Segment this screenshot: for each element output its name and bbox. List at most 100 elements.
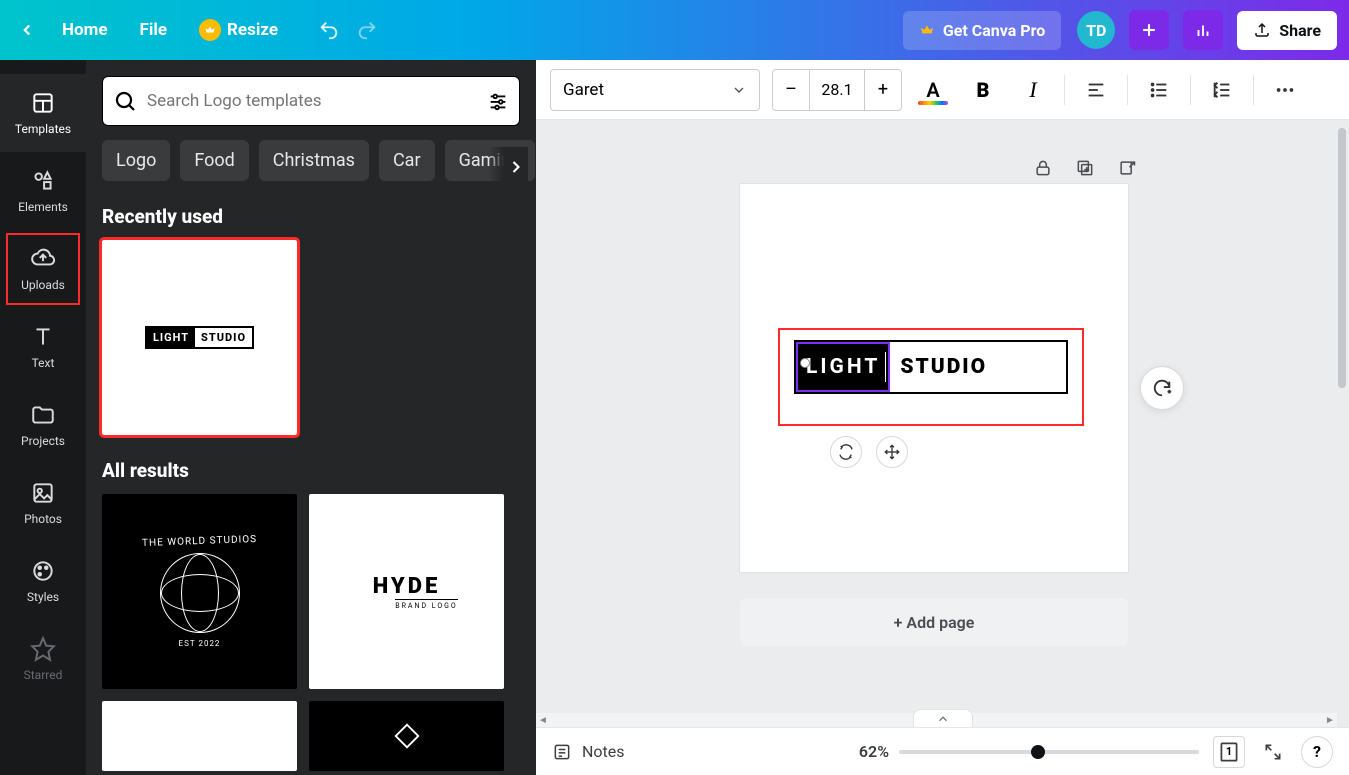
rail-projects[interactable]: Projects xyxy=(0,386,86,464)
logo-group[interactable]: LIGHT STUDIO xyxy=(794,340,1068,394)
thumb-logo-right: STUDIO xyxy=(195,328,252,347)
search-input[interactable] xyxy=(147,91,477,111)
undo-button[interactable] xyxy=(318,19,340,41)
rail-text-label: Text xyxy=(32,356,55,370)
resize-button[interactable]: Resize xyxy=(187,11,290,49)
chip-christmas[interactable]: Christmas xyxy=(259,140,369,181)
top-bar: Home File Resize Get Canva Pro TD Share xyxy=(0,0,1349,60)
chevron-up-icon xyxy=(936,712,950,726)
styles-icon xyxy=(30,558,56,584)
expand-pages-button[interactable] xyxy=(913,709,973,727)
notes-button[interactable]: Notes xyxy=(552,742,625,762)
logo-studio-text[interactable]: STUDIO xyxy=(890,355,997,379)
user-avatar[interactable]: TD xyxy=(1077,11,1115,49)
fullscreen-icon xyxy=(1263,742,1283,762)
recent-template-thumb[interactable]: LIGHT STUDIO xyxy=(102,240,297,435)
search-bar[interactable] xyxy=(102,76,520,126)
thumb-logo-left: LIGHT xyxy=(147,328,195,347)
font-size-decrease[interactable]: – xyxy=(773,79,809,100)
font-size-increase[interactable]: + xyxy=(865,79,901,100)
scroll-right-arrow[interactable]: ► xyxy=(1323,713,1337,727)
share-button[interactable]: Share xyxy=(1237,11,1337,50)
rail-starred[interactable]: Starred xyxy=(0,620,86,698)
diamond-icon xyxy=(392,721,422,751)
thumb-logo-preview: LIGHT STUDIO xyxy=(145,326,254,349)
chevron-down-icon xyxy=(731,82,747,98)
align-button[interactable] xyxy=(1077,71,1115,109)
template-thumb-3[interactable] xyxy=(102,701,297,771)
templates-panel: Logo Food Christmas Car Gaming Recently … xyxy=(86,60,536,775)
lock-page-button[interactable] xyxy=(1031,156,1055,180)
duplicate-page-button[interactable] xyxy=(1073,156,1097,180)
font-size-value[interactable]: 28.1 xyxy=(809,70,865,110)
help-icon: ? xyxy=(1313,742,1321,761)
template-thumb-4[interactable] xyxy=(309,701,504,771)
bar-chart-icon xyxy=(1194,21,1212,39)
add-page-button[interactable]: + Add page xyxy=(740,598,1128,646)
rail-uploads[interactable]: Uploads xyxy=(0,230,86,308)
page-count-value: 1 xyxy=(1226,745,1232,758)
align-icon xyxy=(1085,79,1107,101)
italic-button[interactable]: I xyxy=(1014,71,1052,109)
chip-food[interactable]: Food xyxy=(180,140,248,181)
undo-icon xyxy=(318,19,340,41)
world-top-text: THE WORLD STUDIOS xyxy=(142,533,257,548)
scroll-left-arrow[interactable]: ◄ xyxy=(536,713,550,727)
rail-templates[interactable]: Templates xyxy=(0,74,86,152)
rail-text[interactable]: Text xyxy=(0,308,86,386)
sync-button[interactable] xyxy=(830,436,862,468)
spacing-button[interactable] xyxy=(1203,71,1241,109)
template-world-studios[interactable]: THE WORLD STUDIOS EST 2022 xyxy=(102,494,297,689)
list-button[interactable] xyxy=(1140,71,1178,109)
get-pro-label: Get Canva Pro xyxy=(943,21,1045,40)
back-button[interactable] xyxy=(12,21,42,39)
logo-light-text[interactable]: LIGHT xyxy=(796,342,890,392)
zoom-slider[interactable] xyxy=(899,750,1199,754)
home-button[interactable]: Home xyxy=(50,12,120,48)
chip-car[interactable]: Car xyxy=(379,140,435,181)
move-icon xyxy=(884,444,900,460)
help-button[interactable]: ? xyxy=(1301,736,1333,768)
category-chips: Logo Food Christmas Car Gaming xyxy=(102,140,520,181)
quick-actions-button[interactable] xyxy=(1140,366,1184,410)
fullscreen-button[interactable] xyxy=(1259,738,1287,766)
rail-templates-label: Templates xyxy=(15,122,71,136)
insights-button[interactable] xyxy=(1183,10,1223,50)
rail-photos[interactable]: Photos xyxy=(0,464,86,542)
new-page-button[interactable] xyxy=(1115,156,1139,180)
list-icon xyxy=(1148,79,1170,101)
upload-icon xyxy=(1253,21,1271,39)
duplicate-icon xyxy=(1075,158,1095,178)
chip-logo[interactable]: Logo xyxy=(102,140,170,181)
section-all-results: All results xyxy=(102,459,520,482)
spacing-icon xyxy=(1211,79,1233,101)
zoom-value: 62% xyxy=(859,742,889,761)
resize-label: Resize xyxy=(227,20,278,40)
rail-starred-label: Starred xyxy=(24,668,63,682)
bold-button[interactable]: B xyxy=(964,71,1002,109)
font-selector[interactable]: Garet xyxy=(550,69,760,111)
rotate-handle[interactable] xyxy=(800,358,810,368)
zoom-slider-knob[interactable] xyxy=(1031,745,1045,759)
vertical-scrollbar[interactable] xyxy=(1338,128,1346,388)
text-color-button[interactable]: A xyxy=(914,71,952,109)
filter-icon[interactable] xyxy=(487,90,509,112)
template-hyde[interactable]: HYDE BRAND LOGO xyxy=(309,494,504,689)
uploads-icon xyxy=(30,246,56,272)
rail-styles[interactable]: Styles xyxy=(0,542,86,620)
move-button[interactable] xyxy=(876,436,908,468)
canvas-stage[interactable]: LIGHT STUDIO + Add page ◄ ► xyxy=(536,120,1349,727)
file-menu[interactable]: File xyxy=(128,12,180,48)
page-count-button[interactable]: 1 xyxy=(1213,736,1245,768)
more-button[interactable] xyxy=(1266,71,1304,109)
canvas-page[interactable]: LIGHT STUDIO xyxy=(740,184,1128,572)
editor-footer: Notes 62% 1 ? xyxy=(536,727,1349,775)
search-icon xyxy=(113,89,137,113)
templates-icon xyxy=(30,90,56,116)
get-canva-pro-button[interactable]: Get Canva Pro xyxy=(903,11,1061,50)
invite-button[interactable] xyxy=(1129,10,1169,50)
redo-button[interactable] xyxy=(356,19,378,41)
chips-scroll-right[interactable] xyxy=(488,147,528,187)
rail-elements[interactable]: Elements xyxy=(0,152,86,230)
notes-icon xyxy=(552,742,572,762)
